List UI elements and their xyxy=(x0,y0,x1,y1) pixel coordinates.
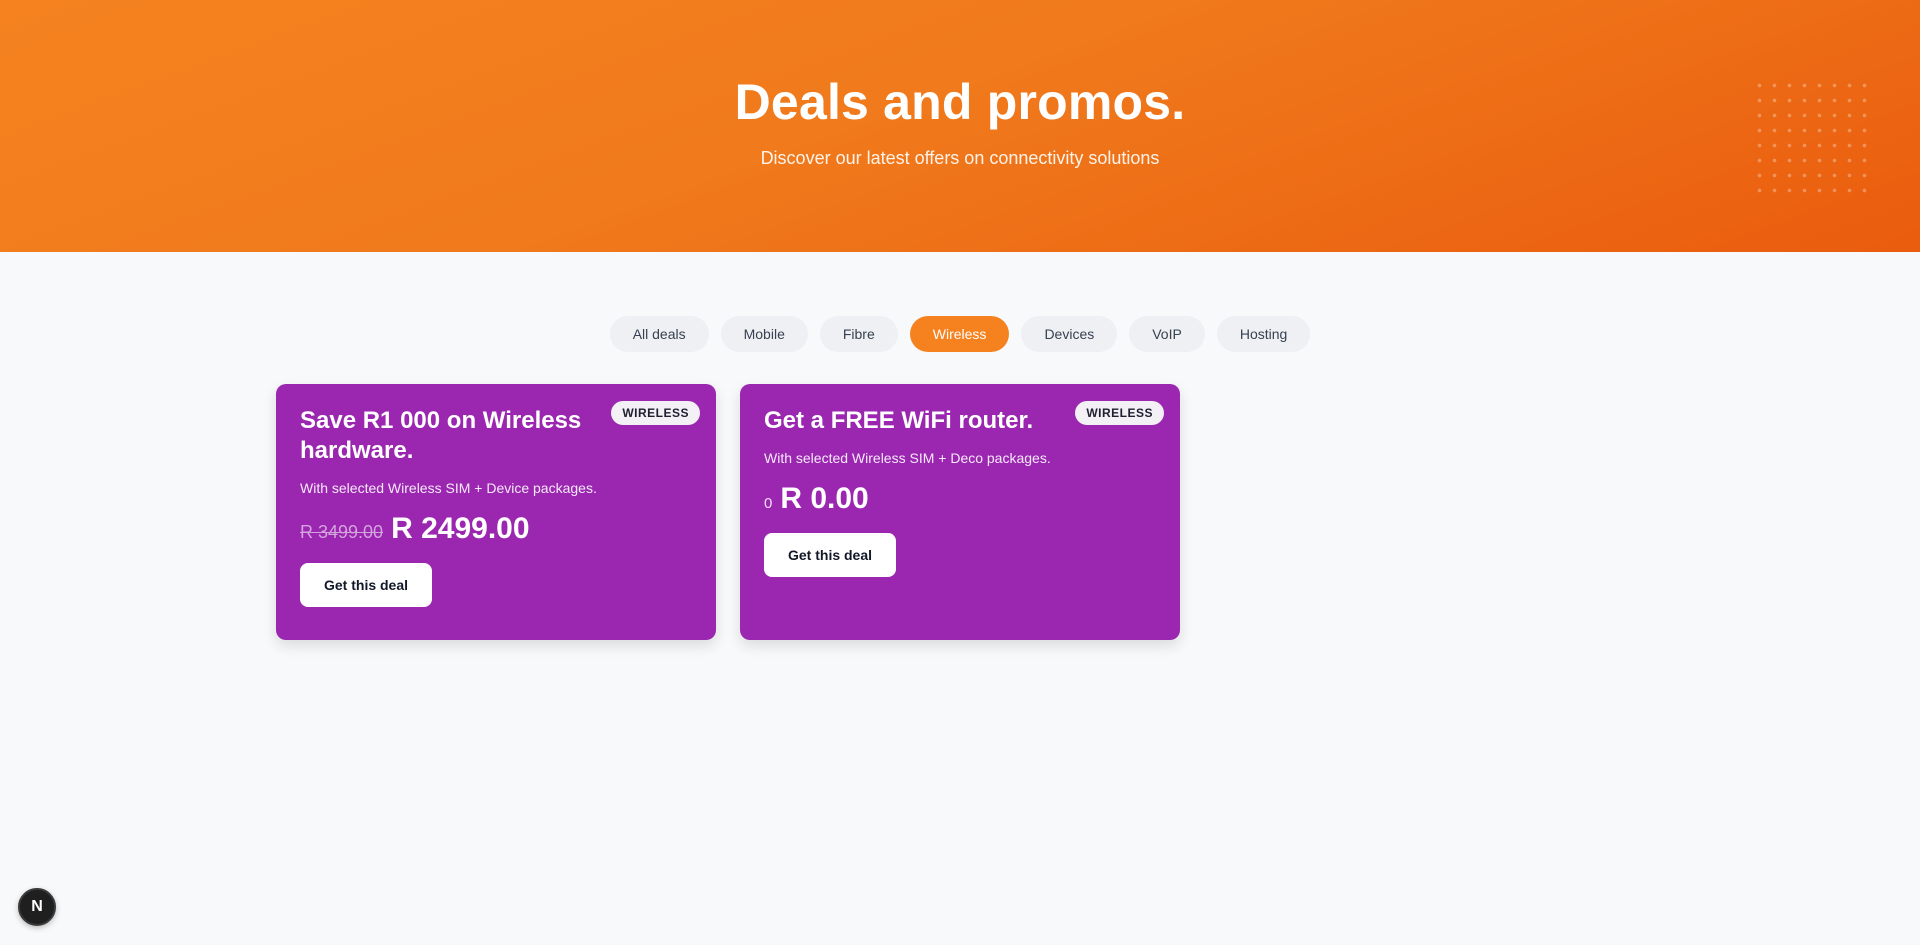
deal-card: WIRELESS Save R1 000 on Wireless hardwar… xyxy=(276,384,716,640)
deal-description: With selected Wireless SIM + Device pack… xyxy=(300,480,597,496)
deal-description: With selected Wireless SIM + Deco packag… xyxy=(764,450,1051,466)
dot-pattern-decoration xyxy=(1752,78,1876,202)
next-logo-icon[interactable]: N xyxy=(18,888,56,926)
get-deal-button[interactable]: Get this deal xyxy=(764,533,897,577)
filter-chip-devices[interactable]: Devices xyxy=(1021,316,1118,352)
filter-chip-fibre[interactable]: Fibre xyxy=(819,316,898,352)
price-row: R 3499.00 R 2499.00 xyxy=(300,512,692,546)
deal-title: Save R1 000 on Wireless hardware. xyxy=(300,407,582,464)
hero-banner: Deals and promos. Discover our latest of… xyxy=(0,0,1920,252)
deal-price: R 2499.00 xyxy=(391,512,530,545)
deal-card: WIRELESS Get a FREE WiFi router. With se… xyxy=(740,384,1180,640)
deal-cards: WIRELESS Save R1 000 on Wireless hardwar… xyxy=(276,384,1180,640)
filter-chip-hosting[interactable]: Hosting xyxy=(1216,316,1311,352)
category-badge: WIRELESS xyxy=(1075,401,1164,425)
price-prefix: 0 xyxy=(764,495,773,512)
page-title: Deals and promos. xyxy=(734,74,1186,130)
filter-chip-wireless[interactable]: Wireless xyxy=(909,316,1010,352)
filter-chip-voip[interactable]: VoIP xyxy=(1129,316,1205,352)
original-price: R 3499.00 xyxy=(300,522,384,542)
page-subtitle: Discover our latest offers on connectivi… xyxy=(760,148,1160,168)
price-row: 0 R 0.00 xyxy=(764,482,1156,516)
deal-price: R 0.00 xyxy=(780,482,869,515)
deal-filter-tabs: All deals Mobile Fibre Wireless Devices … xyxy=(0,316,1920,352)
category-badge: WIRELESS xyxy=(611,401,700,425)
filter-chip-all-deals[interactable]: All deals xyxy=(609,316,709,352)
deal-title: Get a FREE WiFi router. xyxy=(764,407,1034,434)
filter-chip-mobile[interactable]: Mobile xyxy=(720,316,808,352)
get-deal-button[interactable]: Get this deal xyxy=(300,563,433,607)
